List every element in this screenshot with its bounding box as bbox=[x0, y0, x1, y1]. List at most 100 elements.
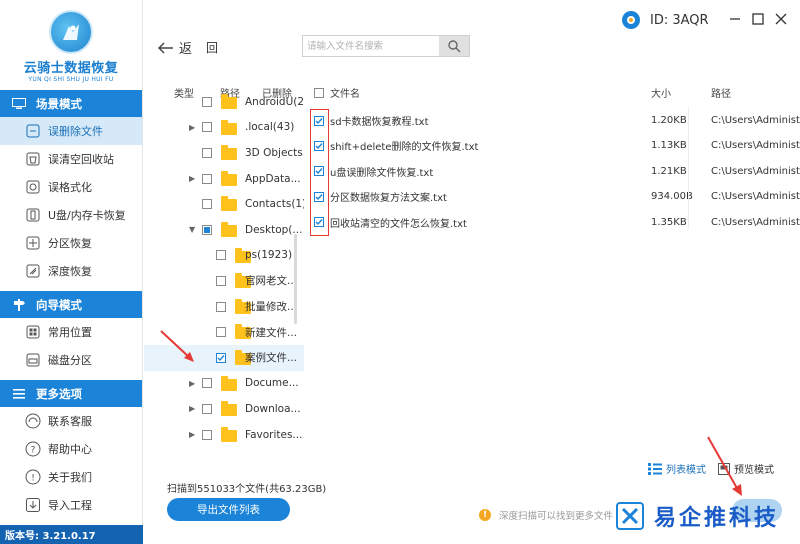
folder-name: Downloa... bbox=[245, 402, 301, 415]
header-path[interactable]: 路径 bbox=[711, 85, 731, 100]
file-path: C:\Users\Administr bbox=[711, 165, 800, 177]
file-size: 934.00B bbox=[651, 191, 693, 203]
nav-item-about-us[interactable]: ! 关于我们 bbox=[0, 463, 142, 491]
file-name: 分区数据恢复方法文案.txt bbox=[330, 193, 447, 205]
section-scene-mode: 场景模式 bbox=[0, 90, 142, 117]
search-input[interactable] bbox=[303, 36, 439, 56]
tree-checkbox[interactable] bbox=[202, 199, 212, 210]
nav-item-contact-support[interactable]: 联系客服 bbox=[0, 407, 142, 435]
nav-item-deep-recovery[interactable]: 深度恢复 bbox=[0, 257, 142, 285]
nav-item-label: 磁盘分区 bbox=[48, 354, 92, 367]
nav-item-label: 常用位置 bbox=[48, 326, 92, 339]
tree-checkbox[interactable] bbox=[202, 122, 212, 133]
tree-checkbox[interactable] bbox=[202, 173, 212, 184]
expand-arrow-icon[interactable]: ▶ bbox=[189, 379, 197, 388]
tree-checkbox[interactable] bbox=[216, 301, 226, 312]
file-row[interactable]: 回收站清空的文件怎么恢复.txt 1.35KB C:\Users\Administr bbox=[304, 210, 800, 235]
nav-item-deleted-files[interactable]: 误删除文件 bbox=[0, 117, 142, 145]
headset-icon bbox=[25, 413, 41, 429]
search-icon bbox=[448, 40, 461, 53]
file-row[interactable]: sd卡数据恢复教程.txt 1.20KB C:\Users\Administr bbox=[304, 108, 800, 133]
version-label: 版本号: 3.21.0.17 bbox=[0, 525, 143, 544]
folder-name: 批量修改... bbox=[245, 301, 298, 314]
search-button[interactable] bbox=[439, 36, 469, 56]
expand-arrow-icon[interactable]: ▶ bbox=[189, 404, 197, 413]
minimize-button[interactable] bbox=[726, 10, 744, 28]
tree-row[interactable]: 批量修改... bbox=[144, 294, 304, 320]
highlight-box bbox=[310, 109, 329, 236]
back-button[interactable]: 返 bbox=[158, 38, 192, 57]
recycle-bin-icon bbox=[25, 151, 41, 167]
folder-name: .local(43) bbox=[245, 121, 295, 134]
tree-row[interactable]: ▶ Docume... bbox=[144, 371, 304, 397]
tree-checkbox[interactable] bbox=[202, 96, 212, 107]
menu-icon bbox=[11, 387, 27, 401]
nav-item-help-center[interactable]: ? 帮助中心 bbox=[0, 435, 142, 463]
windows-icon bbox=[25, 324, 41, 340]
file-size: 1.20KB bbox=[651, 115, 687, 126]
file-path: C:\Users\Administr bbox=[711, 140, 800, 152]
expand-arrow-icon[interactable]: ▶ bbox=[189, 123, 197, 132]
tree-checkbox[interactable] bbox=[216, 250, 226, 261]
tree-row[interactable]: ▶ Downloa... bbox=[144, 396, 304, 422]
tree-row[interactable]: Contacts(1) bbox=[144, 191, 304, 217]
refresh-button[interactable]: 回 bbox=[206, 39, 218, 56]
export-file-list-button[interactable]: 导出文件列表 bbox=[167, 498, 290, 521]
file-row[interactable]: u盘误删除文件恢复.txt 1.21KB C:\Users\Administr bbox=[304, 159, 800, 184]
tree-scrollbar[interactable] bbox=[294, 234, 297, 324]
expand-arrow-icon[interactable]: ▶ bbox=[189, 430, 197, 439]
tree-checkbox[interactable] bbox=[202, 403, 212, 414]
close-button[interactable] bbox=[772, 10, 790, 28]
search-box bbox=[302, 35, 470, 57]
header-size[interactable]: 大小 bbox=[651, 85, 671, 100]
file-row[interactable]: 分区数据恢复方法文案.txt 934.00B C:\Users\Administr bbox=[304, 184, 800, 209]
tree-checkbox[interactable] bbox=[202, 147, 212, 158]
format-icon bbox=[25, 179, 41, 195]
tree-row[interactable]: ▶ .local(43) bbox=[144, 115, 304, 141]
tree-row[interactable]: AndroidU(2) bbox=[144, 89, 304, 115]
tree-checkbox[interactable] bbox=[202, 429, 212, 440]
tip-text: 深度扫描可以找到更多文件 bbox=[499, 511, 614, 522]
maximize-button[interactable] bbox=[749, 10, 767, 28]
tree-row[interactable]: 3D Objects... bbox=[144, 140, 304, 166]
folder-icon bbox=[221, 221, 237, 237]
header-filename[interactable]: 文件名 bbox=[330, 85, 360, 100]
nav-item-format[interactable]: 误格式化 bbox=[0, 173, 142, 201]
list-mode-button[interactable]: 列表模式 bbox=[648, 461, 706, 476]
expand-arrow-icon[interactable]: ▶ bbox=[189, 174, 197, 183]
app-logo: 云骑士数据恢复 YUN QI SHI SHU JU HUI FU bbox=[0, 0, 142, 90]
nav-item-label: 误删除文件 bbox=[48, 125, 103, 138]
signpost-icon bbox=[11, 298, 27, 312]
tree-row[interactable]: ▶ Favorites... bbox=[144, 422, 304, 448]
nav-item-recycle-bin[interactable]: 误清空回收站 bbox=[0, 145, 142, 173]
folder-name: 官网老文... bbox=[245, 275, 298, 288]
section-title: 更多选项 bbox=[36, 386, 82, 401]
tree-checkbox[interactable] bbox=[202, 378, 212, 389]
nav-item-label: U盘/内存卡恢复 bbox=[48, 209, 126, 222]
file-row[interactable]: shift+delete删除的文件恢复.txt 1.13KB C:\Users\Ad… bbox=[304, 133, 800, 158]
tree-checkbox[interactable] bbox=[216, 352, 226, 363]
app-name: 云骑士数据恢复 bbox=[23, 61, 119, 76]
nav-item-partition-recovery[interactable]: 分区恢复 bbox=[0, 229, 142, 257]
tree-checkbox[interactable] bbox=[202, 224, 212, 235]
file-name: sd卡数据恢复教程.txt bbox=[330, 117, 429, 128]
folder-name: 3D Objects... bbox=[245, 146, 304, 159]
nav-item-common-locations[interactable]: 常用位置 bbox=[0, 318, 142, 346]
red-arrow-icon bbox=[707, 436, 742, 496]
select-all-checkbox[interactable] bbox=[314, 87, 324, 98]
tree-row[interactable]: ▶ AppData... bbox=[144, 166, 304, 192]
nav-item-import-project[interactable]: 导入工程 bbox=[0, 491, 142, 519]
tree-row[interactable]: ps(1923) bbox=[144, 243, 304, 269]
tree-row[interactable]: ▼ Desktop(... bbox=[144, 217, 304, 243]
file-name: u盘误删除文件恢复.txt bbox=[330, 167, 434, 179]
tree-checkbox[interactable] bbox=[216, 327, 226, 338]
tree-checkbox[interactable] bbox=[216, 275, 226, 286]
collapse-arrow-icon[interactable]: ▼ bbox=[189, 225, 197, 234]
user-id[interactable]: ID: 3AQR bbox=[622, 11, 709, 29]
tree-row[interactable]: 官网老文... bbox=[144, 268, 304, 294]
monitor-icon bbox=[11, 97, 27, 111]
folder-name: Favorites... bbox=[245, 428, 303, 441]
nav-item-disk-partition[interactable]: 磁盘分区 bbox=[0, 346, 142, 374]
svg-text:?: ? bbox=[31, 446, 36, 456]
nav-item-usb-recovery[interactable]: U盘/内存卡恢复 bbox=[0, 201, 142, 229]
